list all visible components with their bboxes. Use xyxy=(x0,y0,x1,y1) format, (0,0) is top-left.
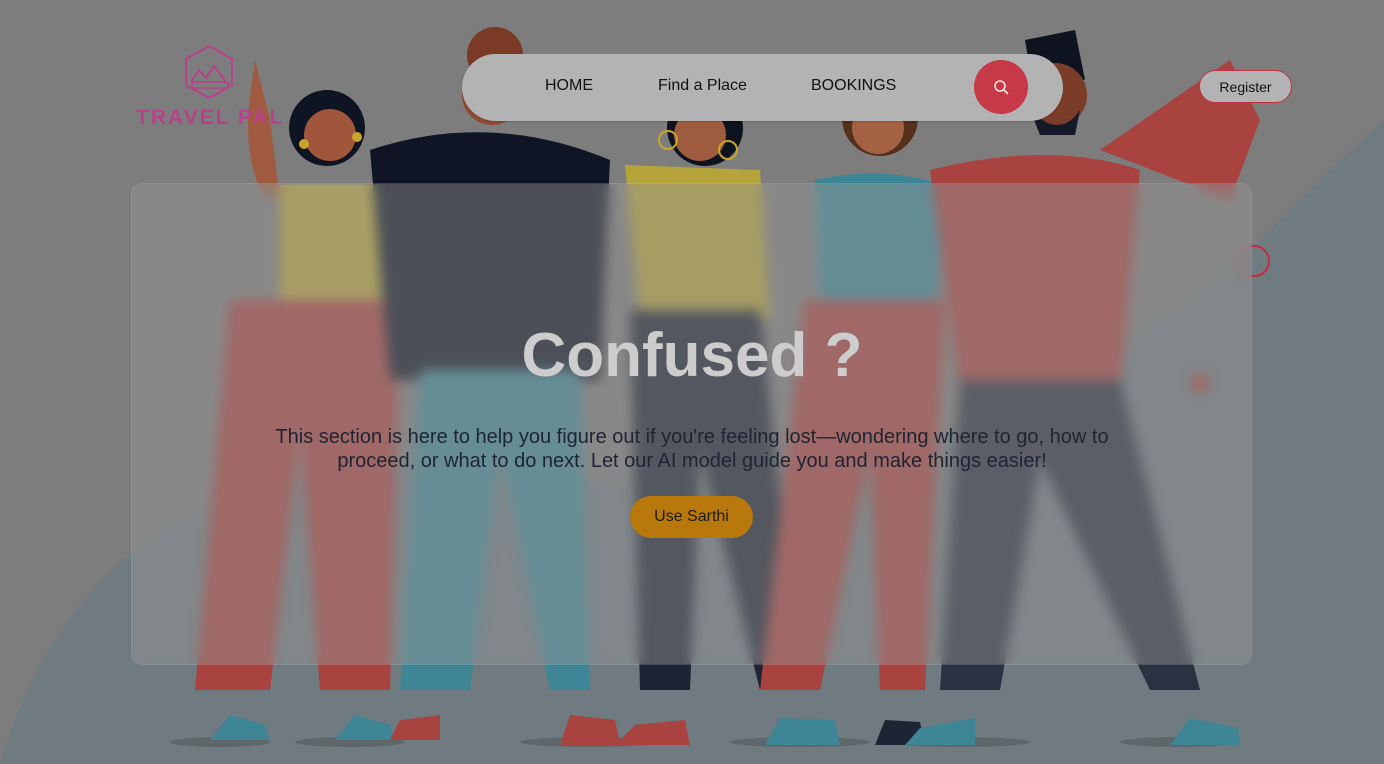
page-title: Confused ? xyxy=(521,321,863,390)
nav-home-link[interactable]: HOME xyxy=(545,77,593,95)
hero-description: This section is here to help you figure … xyxy=(275,426,1109,472)
search-button[interactable] xyxy=(974,60,1028,114)
nav-find-a-place-link[interactable]: Find a Place xyxy=(658,77,747,95)
travel-pal-logo[interactable]: TRAVEL PAL xyxy=(136,44,286,134)
info-card xyxy=(132,184,1251,664)
logo-mark-icon xyxy=(185,44,233,100)
main-navbar: HOME Find a Place BOOKINGS xyxy=(462,54,1063,121)
use-sarthi-button[interactable]: Use Sarthi xyxy=(630,496,753,538)
search-icon xyxy=(994,80,1009,95)
register-button[interactable]: Register xyxy=(1199,70,1292,103)
logo-text: TRAVEL PAL xyxy=(136,106,285,129)
nav-bookings-link[interactable]: BOOKINGS xyxy=(811,77,896,95)
